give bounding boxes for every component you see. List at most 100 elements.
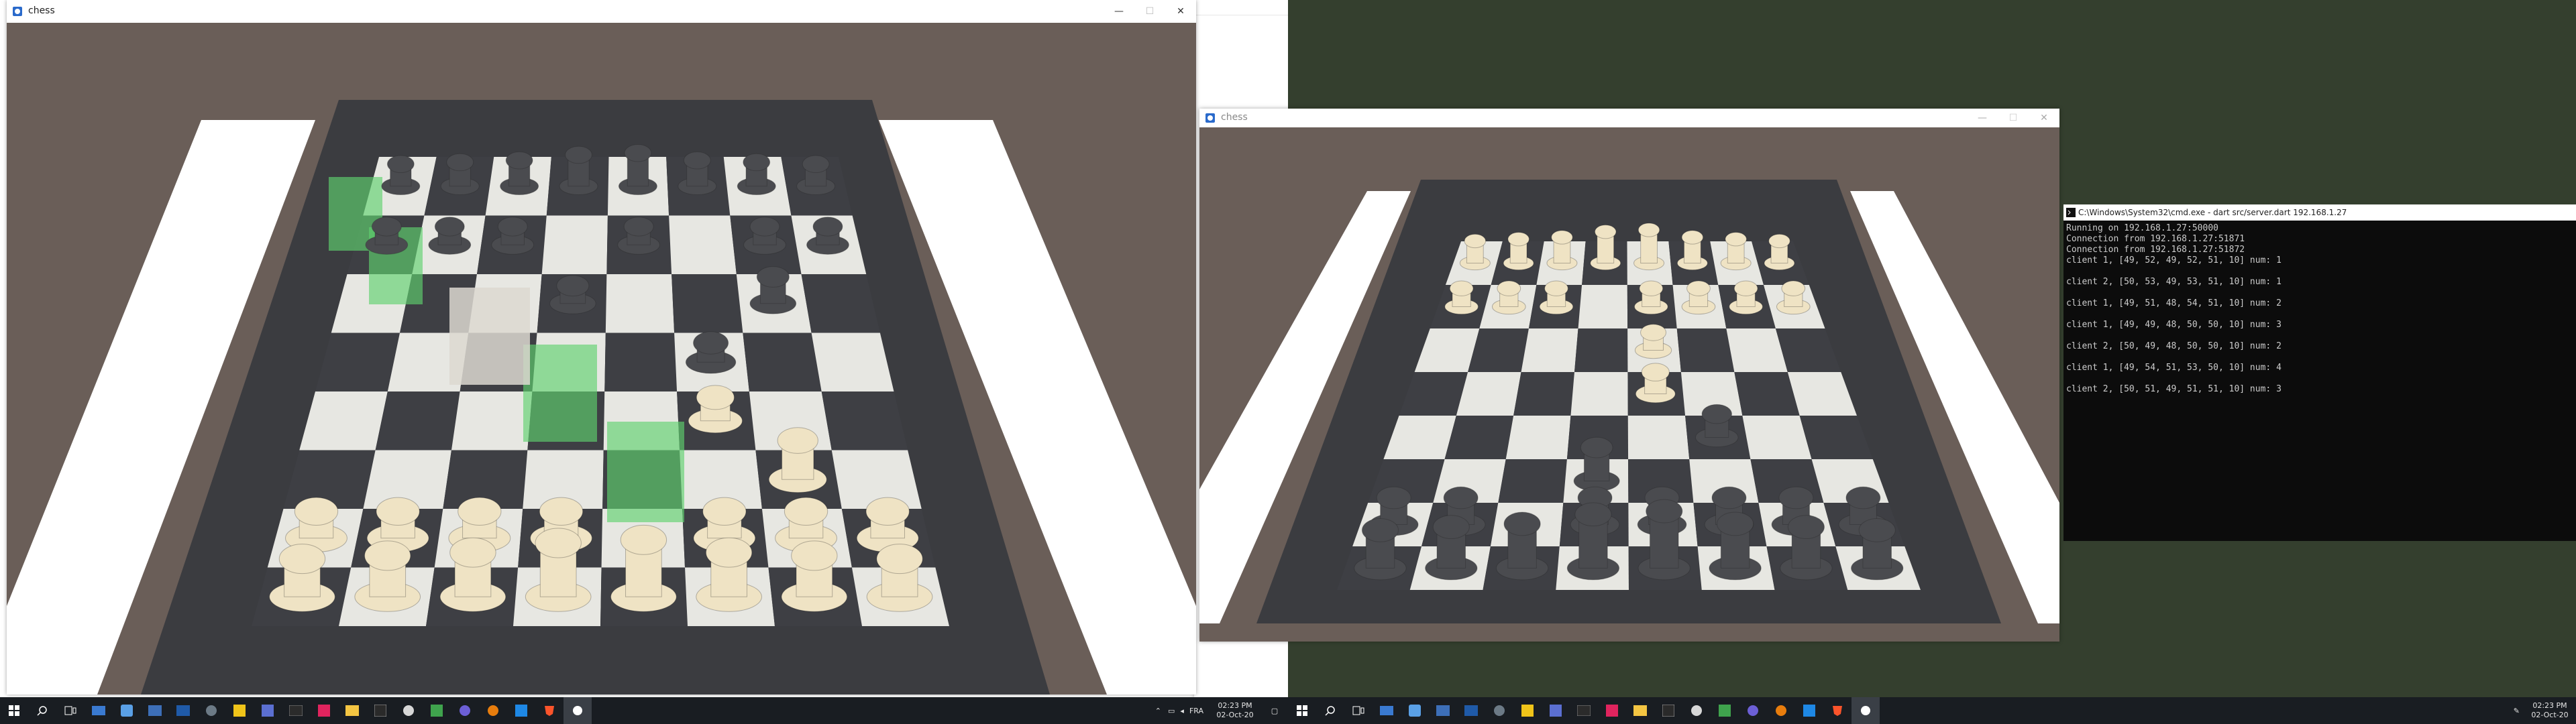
chess-piece[interactable] [1638, 223, 1660, 237]
chess-scene-left[interactable] [7, 23, 1196, 695]
chess-piece[interactable] [1686, 280, 1711, 296]
browser-icon[interactable] [451, 697, 479, 724]
paint-icon[interactable] [394, 697, 423, 724]
chess-piece[interactable] [1681, 230, 1704, 245]
chess-piece[interactable] [449, 537, 496, 568]
chess-piece[interactable] [784, 497, 828, 526]
board-square[interactable] [375, 391, 460, 450]
chess-piece[interactable] [777, 427, 818, 454]
game-viewport[interactable] [1199, 127, 2059, 642]
app-icon[interactable] [310, 697, 338, 724]
chess-piece[interactable] [386, 155, 415, 174]
file-manager-icon[interactable] [1429, 697, 1457, 724]
chess-piece[interactable] [812, 217, 843, 237]
chess-piece[interactable] [683, 151, 711, 170]
chess-piece[interactable] [1646, 499, 1683, 524]
chess-piece[interactable] [505, 151, 533, 170]
pen-icon[interactable]: ✎ [2514, 707, 2520, 715]
board-square[interactable] [1521, 328, 1578, 372]
brave-icon[interactable] [1823, 697, 1851, 724]
chess-piece[interactable] [865, 497, 910, 526]
game-icon[interactable] [1711, 697, 1739, 724]
store-icon[interactable] [254, 697, 282, 724]
chess-piece[interactable] [623, 217, 654, 237]
chess-piece[interactable] [693, 331, 729, 355]
clock[interactable]: 02:23 PM 02-Oct-20 [1209, 701, 1261, 720]
file-manager-icon[interactable] [141, 697, 169, 724]
chess-app-icon[interactable] [1851, 697, 1880, 724]
board-square[interactable] [669, 215, 737, 275]
board-square[interactable] [605, 274, 675, 333]
chess-piece[interactable] [802, 155, 830, 174]
settings-icon[interactable] [1485, 697, 1513, 724]
chess-piece[interactable] [1574, 502, 1612, 527]
chess-piece[interactable] [1580, 436, 1613, 459]
chess-piece[interactable] [1443, 486, 1479, 509]
chess-piece[interactable] [1711, 486, 1747, 509]
chess-app-icon[interactable] [564, 697, 592, 724]
chess-piece[interactable] [1544, 280, 1568, 296]
vscode-icon[interactable] [1795, 697, 1823, 724]
powershell-icon[interactable] [1457, 697, 1485, 724]
folder-icon[interactable] [338, 697, 366, 724]
chess-piece[interactable] [497, 217, 528, 237]
chess-piece[interactable] [702, 497, 747, 526]
board-square[interactable] [1742, 416, 1812, 459]
chess-piece[interactable] [1594, 225, 1617, 239]
board-square[interactable] [1578, 285, 1628, 328]
minimize-button[interactable]: — [1967, 109, 1998, 127]
chess-piece[interactable] [1725, 232, 1747, 247]
chess-piece[interactable] [791, 540, 838, 571]
browser-icon[interactable] [1739, 697, 1767, 724]
board-square[interactable] [1513, 372, 1574, 416]
brave-icon[interactable] [535, 697, 564, 724]
volume-icon[interactable]: ◂ [1180, 707, 1184, 715]
chess-piece[interactable] [1507, 232, 1529, 247]
mail-icon[interactable] [85, 697, 113, 724]
chess-piece[interactable] [1768, 233, 1790, 249]
chess-piece[interactable] [1639, 280, 1664, 296]
search-icon[interactable] [1316, 697, 1344, 724]
powershell-icon[interactable] [169, 697, 197, 724]
chess-piece[interactable] [1787, 515, 1825, 540]
chess-window-left[interactable]: chess — ☐ ✕ [7, 0, 1196, 695]
terminal-window[interactable]: C:\Windows\System32\cmd.exe - dart src/s… [2063, 204, 2576, 541]
clock[interactable]: 02:23 PM 02-Oct-20 [2524, 701, 2576, 720]
chess-piece[interactable] [1733, 280, 1758, 296]
notification-icon[interactable]: ▢ [1261, 707, 1288, 715]
chess-piece[interactable] [1858, 518, 1896, 542]
board-square[interactable] [1505, 416, 1571, 459]
minimize-button[interactable]: — [1104, 0, 1134, 23]
windows-start-icon[interactable] [1288, 697, 1316, 724]
board-square[interactable] [604, 333, 678, 392]
store-icon[interactable] [1542, 697, 1570, 724]
board-square[interactable] [451, 391, 533, 450]
chess-piece[interactable] [364, 540, 411, 571]
board-square[interactable] [672, 274, 743, 333]
chess-piece[interactable] [749, 217, 780, 237]
chess-piece[interactable] [458, 497, 502, 526]
chess-piece[interactable] [371, 217, 402, 237]
blender-icon[interactable] [479, 697, 507, 724]
notepad-icon[interactable] [366, 697, 394, 724]
chess-piece[interactable] [1781, 280, 1806, 296]
task-view-icon[interactable] [56, 697, 85, 724]
chess-piece[interactable] [539, 497, 584, 526]
chess-piece[interactable] [876, 544, 923, 575]
chess-window-right[interactable]: chess — ☐ ✕ [1199, 109, 2059, 642]
board-square[interactable] [743, 333, 822, 392]
chess-piece[interactable] [376, 497, 420, 526]
chess-piece[interactable] [1503, 511, 1541, 536]
chess-piece[interactable] [556, 275, 590, 297]
app-icon[interactable] [1598, 697, 1626, 724]
network-icon[interactable]: ▭ [1168, 707, 1175, 715]
close-button[interactable]: ✕ [2029, 109, 2059, 127]
task-view-icon[interactable] [1344, 697, 1373, 724]
windows-start-icon[interactable] [0, 697, 28, 724]
terminal-output[interactable]: Running on 192.168.1.27:50000 Connection … [2066, 223, 2282, 395]
maximize-button[interactable]: ☐ [1134, 0, 1165, 23]
chess-piece[interactable] [1551, 230, 1573, 245]
maximize-button[interactable]: ☐ [1998, 109, 2029, 127]
chess-piece[interactable] [1361, 518, 1399, 542]
chess-piece[interactable] [1717, 511, 1754, 536]
